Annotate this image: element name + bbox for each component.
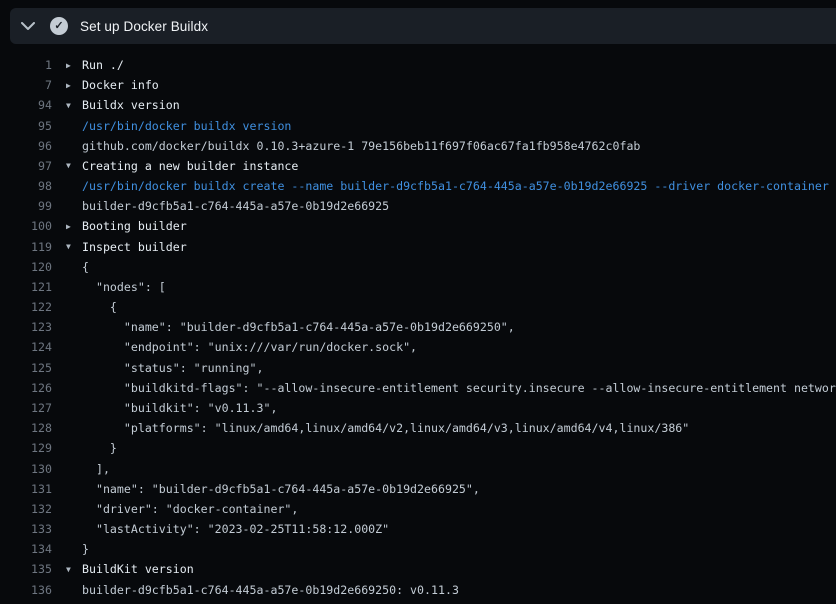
log-group-title[interactable]: Buildx version (82, 98, 180, 112)
log-line: 121 "nodes": [ (0, 277, 836, 297)
line-number[interactable]: 122 (0, 300, 52, 314)
line-number[interactable]: 94 (0, 98, 52, 112)
group-collapsed-icon[interactable]: ▶ (66, 222, 82, 231)
log-output-text: ], (82, 462, 110, 476)
line-number[interactable]: 131 (0, 482, 52, 496)
log-line: 98/usr/bin/docker buildx create --name b… (0, 176, 836, 196)
group-collapsed-icon[interactable]: ▶ (66, 61, 82, 70)
line-number[interactable]: 123 (0, 320, 52, 334)
log-line: 136 builder-d9cfb5a1-c764-445a-a57e-0b19d… (0, 579, 836, 599)
line-number[interactable]: 132 (0, 502, 52, 516)
log-group-line[interactable]: 119 ▼Inspect builder (0, 237, 836, 257)
log-group-title[interactable]: Run ./ (82, 58, 124, 72)
log-output-text: builder-d9cfb5a1-c764-445a-a57e-0b19d2e6… (82, 583, 459, 597)
line-number[interactable]: 120 (0, 260, 52, 274)
line-number[interactable]: 133 (0, 522, 52, 536)
log-output-text: { (82, 260, 89, 274)
log-line: 124 "endpoint": "unix:///var/run/docker.… (0, 337, 836, 357)
check-circle-icon: ✓ (50, 17, 68, 35)
line-number[interactable]: 96 (0, 139, 52, 153)
log-group-line[interactable]: 135 ▼BuildKit version (0, 559, 836, 579)
line-number[interactable]: 136 (0, 583, 52, 597)
log-group-title[interactable]: Docker info (82, 78, 159, 92)
line-number[interactable]: 119 (0, 240, 52, 254)
group-expanded-icon[interactable]: ▼ (66, 161, 82, 170)
log-output-text: "platforms": "linux/amd64,linux/amd64/v2… (82, 421, 689, 435)
log-output-text: "lastActivity": "2023-02-25T11:58:12.000… (82, 522, 389, 536)
log-group-title[interactable]: BuildKit version (82, 562, 194, 576)
log-line: 130 ], (0, 458, 836, 478)
log-output-text: } (82, 542, 89, 556)
line-number[interactable]: 124 (0, 340, 52, 354)
log-line: 126 "buildkitd-flags": "--allow-insecure… (0, 378, 836, 398)
log-line: 128 "platforms": "linux/amd64,linux/amd6… (0, 418, 836, 438)
group-expanded-icon[interactable]: ▼ (66, 565, 82, 574)
log-output-text: "driver": "docker-container", (82, 502, 298, 516)
line-number[interactable]: 7 (0, 78, 52, 92)
step-header[interactable]: ✓ Set up Docker Buildx (10, 8, 836, 44)
line-number[interactable]: 100 (0, 219, 52, 233)
log-output-text: "name": "builder-d9cfb5a1-c764-445a-a57e… (82, 482, 480, 496)
log-viewer: 1▶Run ./7▶Docker info94▼Buildx version95… (0, 55, 836, 600)
step-title: Set up Docker Buildx (80, 19, 208, 34)
line-number[interactable]: 134 (0, 542, 52, 556)
log-group-line[interactable]: 100 ▶Booting builder (0, 216, 836, 236)
log-group-line[interactable]: 97 ▼Creating a new builder instance (0, 156, 836, 176)
line-number[interactable]: 129 (0, 441, 52, 455)
line-number[interactable]: 128 (0, 421, 52, 435)
line-number[interactable]: 99 (0, 199, 52, 213)
line-number[interactable]: 135 (0, 562, 52, 576)
line-number[interactable]: 121 (0, 280, 52, 294)
log-output-text: "endpoint": "unix:///var/run/docker.sock… (82, 340, 417, 354)
log-output-text: "name": "builder-d9cfb5a1-c764-445a-a57e… (82, 320, 515, 334)
group-collapsed-icon[interactable]: ▶ (66, 81, 82, 90)
group-expanded-icon[interactable]: ▼ (66, 242, 82, 251)
log-line: 96 github.com/docker/buildx 0.10.3+azure-… (0, 136, 836, 156)
log-line: 131 "name": "builder-d9cfb5a1-c764-445a-… (0, 479, 836, 499)
log-group-title[interactable]: Inspect builder (82, 240, 187, 254)
line-number[interactable]: 95 (0, 119, 52, 133)
log-output-text: builder-d9cfb5a1-c764-445a-a57e-0b19d2e6… (82, 199, 389, 213)
log-output-text: "buildkit": "v0.11.3", (82, 401, 277, 415)
line-number[interactable]: 126 (0, 381, 52, 395)
log-output-text: { (82, 300, 117, 314)
line-number[interactable]: 130 (0, 462, 52, 476)
log-line: 132 "driver": "docker-container", (0, 499, 836, 519)
group-expanded-icon[interactable]: ▼ (66, 101, 82, 110)
line-number[interactable]: 125 (0, 361, 52, 375)
log-output-text: "nodes": [ (82, 280, 166, 294)
log-group-line[interactable]: 7 ▶Docker info (0, 75, 836, 95)
log-output-text: } (82, 441, 117, 455)
log-line: 120 { (0, 257, 836, 277)
log-group-title[interactable]: Booting builder (82, 219, 187, 233)
log-output-text: "status": "running", (82, 361, 263, 375)
chevron-down-icon[interactable] (20, 18, 36, 34)
log-group-line[interactable]: 94 ▼Buildx version (0, 95, 836, 115)
log-lines: 1▶Run ./7▶Docker info94▼Buildx version95… (0, 55, 836, 600)
log-command-text: /usr/bin/docker buildx version (82, 119, 291, 133)
log-line: 127 "buildkit": "v0.11.3", (0, 398, 836, 418)
log-line: 122 { (0, 297, 836, 317)
line-number[interactable]: 1 (0, 58, 52, 72)
log-command-text: /usr/bin/docker buildx create --name bui… (82, 179, 829, 193)
log-line: 133 "lastActivity": "2023-02-25T11:58:12… (0, 519, 836, 539)
line-number[interactable]: 97 (0, 159, 52, 173)
log-group-title[interactable]: Creating a new builder instance (82, 159, 298, 173)
log-line: 99 builder-d9cfb5a1-c764-445a-a57e-0b19d2… (0, 196, 836, 216)
line-number[interactable]: 127 (0, 401, 52, 415)
log-line: 129 } (0, 438, 836, 458)
log-line: 125 "status": "running", (0, 358, 836, 378)
log-output-text: "buildkitd-flags": "--allow-insecure-ent… (82, 381, 836, 395)
log-output-text: github.com/docker/buildx 0.10.3+azure-1 … (82, 139, 640, 153)
log-line: 134} (0, 539, 836, 559)
log-line: 123 "name": "builder-d9cfb5a1-c764-445a-… (0, 317, 836, 337)
line-number[interactable]: 98 (0, 179, 52, 193)
log-line: 95/usr/bin/docker buildx version (0, 116, 836, 136)
log-group-line[interactable]: 1 ▶Run ./ (0, 55, 836, 75)
